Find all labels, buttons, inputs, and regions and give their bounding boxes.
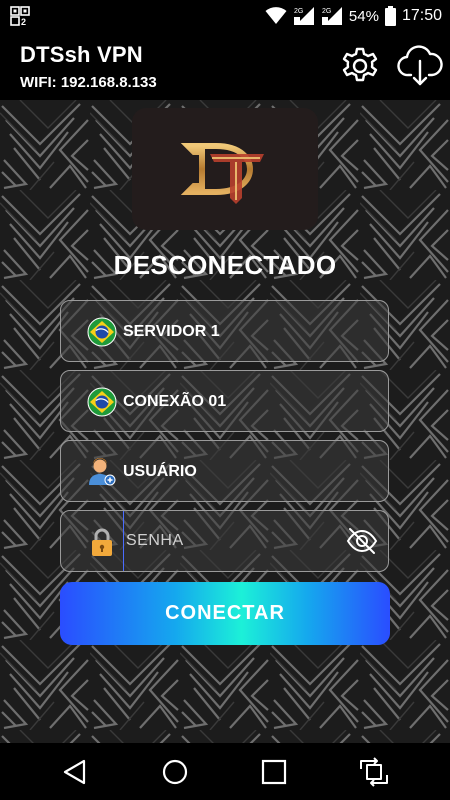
- wifi-icon: [265, 7, 287, 24]
- home-icon[interactable]: [158, 755, 192, 789]
- gear-icon[interactable]: [340, 46, 380, 86]
- clock: 17:50: [401, 7, 442, 24]
- back-icon[interactable]: [58, 755, 92, 789]
- svg-text:2G: 2G: [294, 8, 303, 15]
- connection-label: CONEXÃO 01: [123, 393, 227, 410]
- user-field[interactable]: USUÁRIO: [60, 440, 389, 502]
- connection-status: DESCONECTADO: [113, 250, 337, 280]
- brazil-flag-icon: [87, 317, 117, 347]
- wifi-address: WIFI: 192.168.8.133: [20, 74, 157, 91]
- brazil-flag-icon: [87, 387, 117, 417]
- connection-selector[interactable]: CONEXÃO 01: [60, 370, 389, 432]
- app-title: DTSsh VPN: [20, 42, 143, 67]
- connect-button[interactable]: CONECTAR: [60, 582, 390, 645]
- navigation-bar: [0, 743, 450, 800]
- cloud-download-icon[interactable]: [397, 44, 443, 88]
- password-input[interactable]: [123, 511, 333, 571]
- notification-icon: 2: [10, 6, 30, 26]
- app-bar: DTSsh VPN WIFI: 192.168.8.133: [0, 32, 450, 100]
- svg-text:2: 2: [21, 17, 26, 26]
- dt-logo-icon: [180, 143, 264, 204]
- rotate-icon[interactable]: [357, 755, 391, 789]
- signal-sim1-icon: 2G: [293, 7, 314, 25]
- server-label: SERVIDOR 1: [123, 323, 220, 340]
- user-add-icon: [89, 458, 116, 486]
- padlock-icon: [92, 528, 112, 556]
- eye-off-icon[interactable]: [346, 527, 378, 555]
- server-selector[interactable]: SERVIDOR 1: [60, 300, 389, 362]
- main-content: DESCONECTADO SERVIDOR 1 CONEXÃO 01 USUÁR…: [0, 100, 450, 743]
- status-bar: 2 2G 2G 54% 17:50: [0, 0, 450, 32]
- recents-icon[interactable]: [257, 755, 291, 789]
- app-logo: [132, 108, 318, 230]
- svg-text:2G: 2G: [322, 8, 331, 15]
- battery-percent: 54%: [348, 7, 379, 25]
- user-label: USUÁRIO: [123, 463, 197, 480]
- password-field[interactable]: [60, 510, 389, 572]
- battery-icon: [384, 6, 396, 26]
- signal-sim2-icon: 2G: [321, 7, 342, 25]
